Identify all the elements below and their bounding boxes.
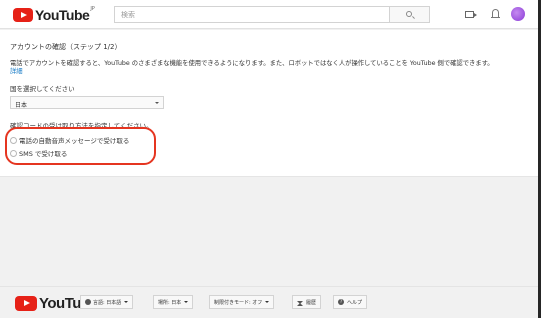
language-icon [85, 299, 91, 305]
chevron-down-icon [184, 301, 189, 303]
footer: YouTube 言語: 日本語 場所: 日本 制限付きモード: オフ 履歴 ? … [0, 286, 538, 318]
search-input[interactable]: 検索 [114, 6, 390, 23]
restricted-mode-button[interactable]: 制限付きモード: オフ [209, 295, 275, 309]
description-text: 電話でアカウントを確認すると、YouTube のさまざまな機能を使用できるように… [10, 60, 494, 67]
bell-icon[interactable] [491, 9, 500, 18]
country-label: 国を選択してください [10, 85, 75, 93]
help-button[interactable]: ? ヘルプ [333, 295, 368, 309]
page: YouTube JP 検索 アカウントの確認（ステップ 1/2） 電話でアカウン… [0, 0, 538, 318]
language-button[interactable]: 言語: 日本語 [80, 295, 134, 309]
chevron-down-icon [155, 101, 159, 104]
highlight-outline [5, 127, 156, 165]
restricted-mode-label: 制限付きモード: オフ [214, 299, 263, 306]
details-link[interactable]: 詳細 [10, 66, 23, 75]
play-logo-icon [13, 8, 33, 22]
search-icon [406, 11, 412, 17]
video-camera-icon[interactable] [465, 11, 477, 18]
help-icon: ? [338, 299, 344, 305]
history-button[interactable]: 履歴 [292, 295, 322, 309]
chevron-down-icon [265, 301, 270, 303]
play-logo-icon [15, 296, 37, 311]
hourglass-icon [297, 300, 303, 306]
logo-text: YouTube [35, 7, 90, 23]
logo-region: JP [90, 6, 95, 12]
page-title: アカウントの確認（ステップ 1/2） [10, 43, 122, 51]
location-label: 場所: 日本 [158, 299, 182, 306]
help-label: ヘルプ [347, 299, 363, 306]
country-select[interactable]: 日本 [10, 96, 164, 109]
history-label: 履歴 [306, 299, 317, 306]
chevron-down-icon [124, 301, 129, 303]
avatar[interactable] [511, 7, 525, 21]
top-header: YouTube JP 検索 [0, 0, 538, 29]
search-button[interactable] [390, 6, 430, 23]
language-label: 言語: 日本語 [93, 299, 122, 306]
youtube-logo[interactable]: YouTube JP [13, 6, 95, 23]
location-button[interactable]: 場所: 日本 [153, 295, 194, 309]
